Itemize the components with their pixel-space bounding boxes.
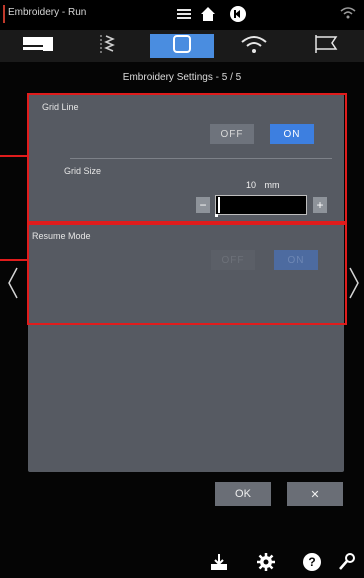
svg-text:?: ? xyxy=(308,555,315,569)
page-subtitle: Embroidery Settings - 5 / 5 xyxy=(122,72,242,83)
next-page-arrow-icon[interactable] xyxy=(347,266,361,307)
resume-mode-label: Resume Mode xyxy=(32,231,91,241)
tab-embroidery[interactable] xyxy=(150,34,214,58)
grid-line-off-button[interactable]: OFF xyxy=(210,124,254,144)
grid-size-readout: 10 mm xyxy=(246,180,280,190)
import-icon[interactable] xyxy=(208,551,230,573)
ok-button[interactable]: OK xyxy=(215,482,271,506)
tab-wifi[interactable] xyxy=(222,34,286,58)
tab-flag[interactable] xyxy=(294,34,358,58)
grid-size-increase-button[interactable]: + xyxy=(313,197,327,213)
home-icon[interactable] xyxy=(199,5,217,23)
embroidery-frame-icon xyxy=(171,33,193,60)
grid-size-caret xyxy=(218,197,220,213)
grid-line-label: Grid Line xyxy=(42,102,79,112)
grid-size-field[interactable] xyxy=(215,195,307,215)
grid-line-on-button[interactable]: ON xyxy=(270,124,314,144)
grid-size-value: 10 xyxy=(246,180,257,190)
close-button[interactable]: ✕ xyxy=(287,482,343,506)
settings-gear-icon[interactable] xyxy=(255,551,277,573)
menu-icon[interactable] xyxy=(175,6,193,22)
title-accent xyxy=(3,5,5,23)
wifi-status-icon xyxy=(340,6,356,20)
resume-mode-on-button[interactable]: ON xyxy=(274,250,318,270)
grid-size-marker xyxy=(215,214,218,217)
stitch-pattern-icon xyxy=(93,33,123,60)
tab-stitch[interactable] xyxy=(76,34,140,58)
tab-sewing[interactable] xyxy=(6,34,70,58)
flag-icon xyxy=(311,33,341,60)
wrench-icon[interactable] xyxy=(336,551,358,573)
grid-size-decrease-button[interactable]: − xyxy=(196,197,210,213)
back-icon[interactable] xyxy=(229,5,247,23)
help-icon[interactable]: ? xyxy=(301,551,323,573)
callout-line-resume xyxy=(0,259,28,261)
resume-mode-off-button[interactable]: OFF xyxy=(211,250,255,270)
sewing-machine-icon xyxy=(21,35,55,58)
section-divider xyxy=(70,158,332,159)
callout-line-grid xyxy=(0,155,28,157)
window-title: Embroidery - Run xyxy=(8,7,87,18)
grid-size-unit: mm xyxy=(264,180,280,190)
previous-page-arrow-icon[interactable] xyxy=(6,266,20,307)
grid-size-label: Grid Size xyxy=(64,166,102,176)
wifi-icon xyxy=(239,33,269,60)
